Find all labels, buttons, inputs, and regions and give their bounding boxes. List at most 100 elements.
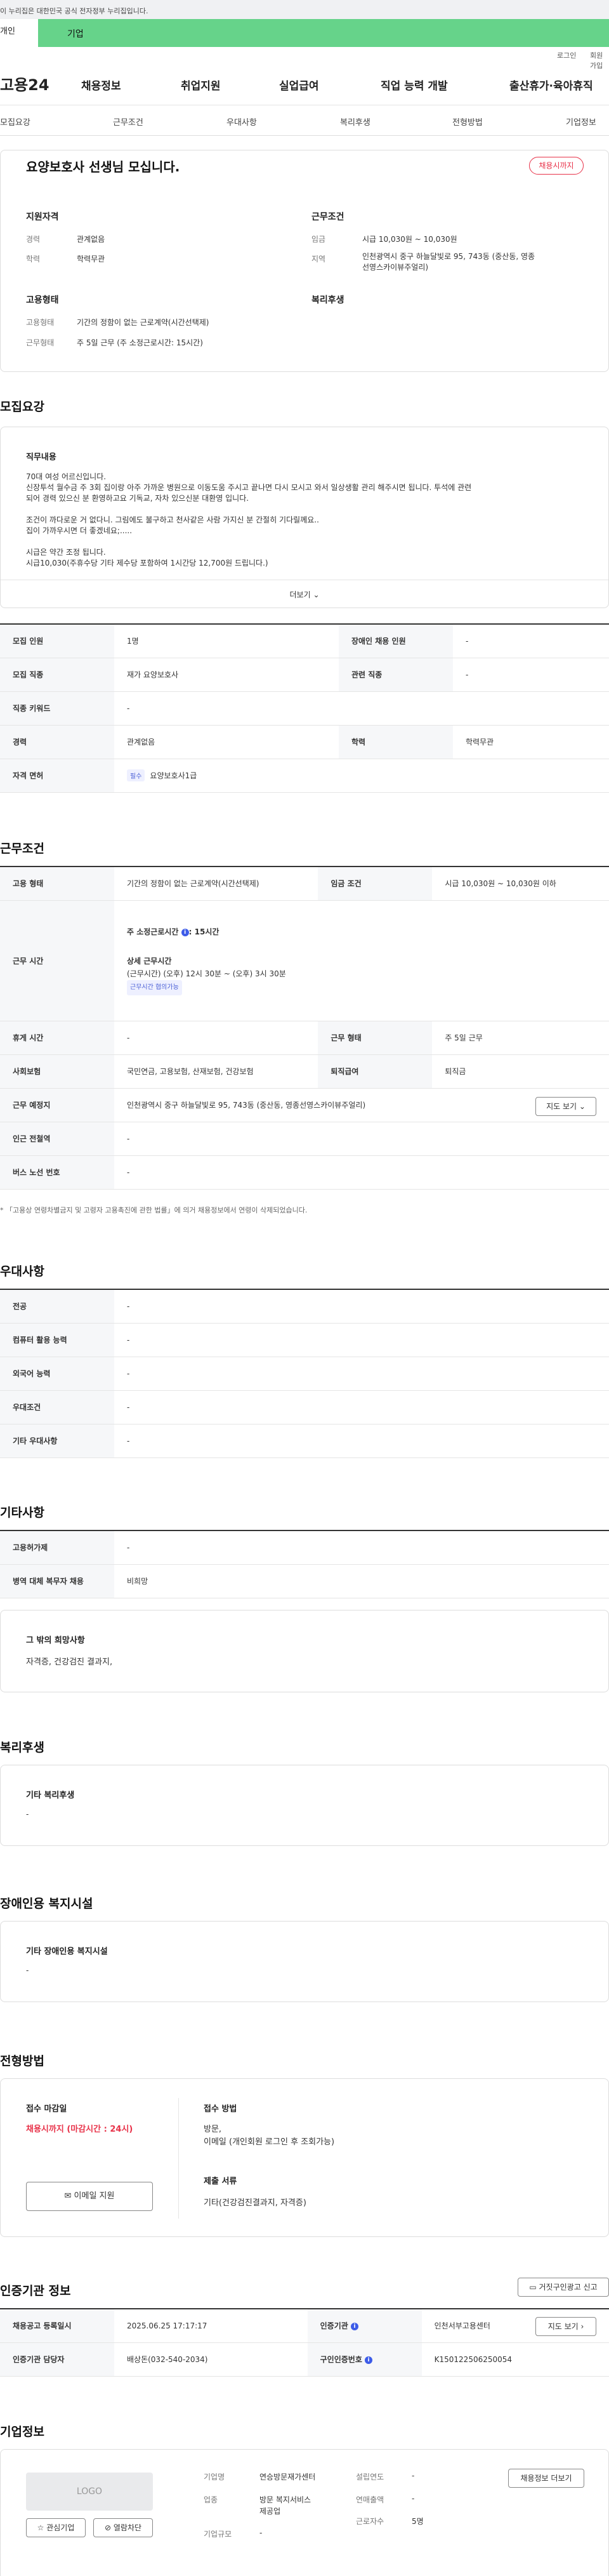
block-icon: ⊘ (104, 2523, 112, 2532)
table-row: 고용허가제 - (0, 1530, 609, 1565)
gov-banner: 이 누리집은 대한민국 공식 전자정부 누리집입니다. (0, 0, 609, 19)
star-icon: ☆ (37, 2523, 44, 2532)
emptype-value: 기간의 정함이 없는 근로계약(시간선택제) (77, 318, 209, 327)
company-logo: LOGO (26, 2473, 153, 2511)
etc-heading: 기타사항 (0, 1506, 44, 1520)
company-name: 연승방문재가센터 (259, 2473, 316, 2481)
section-tab-recruit[interactable]: 모집요강 (0, 116, 30, 128)
tab-business[interactable]: 기업 (38, 19, 609, 47)
table-row: 자격 면허 필수 요양보호사1급 (0, 759, 609, 793)
table-row: 외국어 능력 - (0, 1357, 609, 1391)
table-row: 모집 직종 재가 요양보호사 관련 직종 - (0, 658, 609, 692)
company-heading: 기업정보 (0, 2425, 44, 2439)
table-row: 모집 인원 1명 장애인 채용 인원 - (0, 624, 609, 658)
disab-heading: 장애인용 복지시설 (0, 1897, 93, 1911)
table-row: 직종 키워드 - (0, 691, 609, 726)
process-heading: 전형방법 (0, 2054, 44, 2068)
emp-heading: 고용형태 (26, 295, 59, 305)
table-row: 컴퓨터 활용 능력 - (0, 1323, 609, 1357)
section-tab-company[interactable]: 기업정보 (566, 116, 596, 128)
job-title: 요양보호사 선생님 모십니다. (26, 159, 180, 175)
table-row: 고용 형태 기간의 정함이 없는 근로계약(시간선택제) 임금 조건 시급 10,03… (0, 866, 609, 901)
table-row: 기타 우대사항 - (0, 1424, 609, 1458)
area-value-1: 인천광역시 중구 하늘달빛로 95, 743동 (중산동, 영종 (362, 252, 535, 261)
gnb-leave[interactable]: 출산휴가·육아휴직 (509, 77, 593, 93)
chevron-down-icon: ⌄ (313, 590, 320, 599)
age-note: * 「고용상 연령차별금지 및 고령자 고용촉진에 관한 법률」에 의거 채용정… (0, 1206, 308, 1214)
info-icon[interactable]: i (365, 2356, 373, 2364)
deadline-value: 채용시까지 (마감시간 : 24시) (26, 2125, 133, 2134)
global-nav: 고용24 채용정보 취업지원 실업급여 직업 능력 개발 출산휴가·육아휴직 (0, 60, 609, 105)
map-button[interactable]: 지도 보기 ⌄ (535, 1096, 596, 1116)
email-apply-button[interactable]: ✉ 이메일 지원 (26, 2182, 153, 2211)
table-row: 우대조건 - (0, 1390, 609, 1424)
summary-card: 요양보호사 선생님 모십니다. 채용시까지 지원자격 근무조건 경력 관계없음 … (0, 150, 609, 372)
duty-title: 직무내용 (26, 453, 56, 462)
table-row: 사회보험 국민연금, 고용보험, 산재보험, 건강보험 퇴직급여 퇴직금 (0, 1054, 609, 1089)
section-tab-welfare[interactable]: 복리후생 (340, 116, 370, 128)
section-nav: 모집요강 근무조건 우대사항 복리후생 전형방법 기업정보 (0, 105, 609, 136)
site-logo[interactable]: 고용24 (0, 72, 49, 95)
pref-heading: 우대사항 (0, 1265, 44, 1278)
company-card: LOGO ☆ 관심기업 ⊘ 열람차단 기업명 연승방문재가센터 업종 방문 복지… (0, 2449, 609, 2576)
emptype-label: 고용형태 (26, 318, 55, 327)
etc-table: 고용허가제 - 병역 대체 복무자 채용 비희망 (0, 1530, 609, 1598)
report-button[interactable]: ▭ 거짓구인광고 신고 (518, 2278, 609, 2297)
gnb-training[interactable]: 직업 능력 개발 (381, 77, 448, 93)
table-row: 전공 - (0, 1289, 609, 1324)
chevron-down-icon: ⌄ (579, 1101, 586, 1111)
mail-icon: ✉ (64, 2191, 72, 2201)
required-badge: 필수 (127, 769, 145, 781)
fav-company-button[interactable]: ☆ 관심기업 (26, 2518, 86, 2537)
area-label: 지역 (311, 255, 326, 263)
qual-heading: 지원자격 (26, 212, 59, 222)
area-value-2: 선영스카이뷰주얼리) (362, 263, 429, 272)
worktype-label: 근무형태 (26, 338, 55, 347)
block-button[interactable]: ⊘ 열람차단 (93, 2518, 153, 2537)
recruit-heading: 모집요강 (0, 400, 44, 414)
status-badge: 채용시까지 (529, 157, 584, 175)
gnb-jobs[interactable]: 채용정보 (81, 77, 121, 93)
welfare-card: 기타 복리후생 - (0, 1765, 609, 1846)
gnb-unemployment[interactable]: 실업급여 (279, 77, 319, 93)
cert-map-button[interactable]: 지도 보기 › (535, 2317, 596, 2336)
wage-value: 시급 10,030원 ~ 10,030원 (362, 235, 457, 244)
more-button[interactable]: 더보기 ⌄ (1, 580, 608, 608)
section-tab-work[interactable]: 근무조건 (113, 116, 143, 128)
edu-value: 학력무관 (77, 255, 105, 263)
duty-text: 70대 여성 어르신입니다. 신장투석 월수금 주 3회 집이랑 아주 가까운 병… (26, 472, 472, 568)
more-jobs-button[interactable]: 채용정보 더보기 (508, 2469, 584, 2488)
table-row: 병역 대체 복무자 채용 비희망 (0, 1564, 609, 1598)
pref-table: 전공 - 컴퓨터 활용 능력 - 외국어 능력 - 우대조건 - 기타 우대사항 - (0, 1289, 609, 1458)
table-row: 인근 전철역 - (0, 1122, 609, 1156)
disab-card: 기타 장애인용 복지시설 - (0, 1921, 609, 2002)
table-row: 채용공고 등록일시 2025.06.25 17:17:17 인증기관 i 인천서부고용… (0, 2309, 609, 2343)
work-table: 고용 형태 기간의 정함이 없는 근로계약(시간선택제) 임금 조건 시급 10,03… (0, 866, 609, 1190)
gnb-employment-support[interactable]: 취업지원 (181, 77, 221, 93)
cert-heading: 인증기관 정보 (0, 2284, 71, 2298)
welfare-heading: 복리후생 (311, 295, 344, 305)
info-icon[interactable]: i (181, 928, 189, 936)
welfare-section-heading: 복리후생 (0, 1741, 44, 1755)
negotiable-badge: 근무시간 협의가능 (127, 980, 182, 995)
cert-table: 채용공고 등록일시 2025.06.25 17:17:17 인증기관 i 인천서부고용… (0, 2308, 609, 2377)
section-tab-process[interactable]: 전형방법 (452, 116, 483, 128)
process-card: 접수 마감일 채용시까지 (마감시간 : 24시) ✉ 이메일 지원 접수 방법… (0, 2078, 609, 2237)
document-icon: ▭ (529, 2283, 537, 2292)
table-row: 휴게 시간 - 근무 형태 주 5일 근무 (0, 1021, 609, 1055)
edu-label: 학력 (26, 255, 41, 263)
table-row: 버스 노선 번호 - (0, 1155, 609, 1190)
duty-card: 직무내용 70대 여성 어르신입니다. 신장투석 월수금 주 3회 집이랑 아주 … (0, 427, 609, 608)
career-label: 경력 (26, 235, 41, 244)
section-tab-pref[interactable]: 우대사항 (226, 116, 257, 128)
tab-personal[interactable]: 개인 (0, 24, 15, 36)
recruit-table: 모집 인원 1명 장애인 채용 인원 - 모집 직종 재가 요양보호사 관련 직종 - 직종… (0, 623, 609, 793)
table-row: 근무 시간 주 소정근로시간 i: 15시간 상세 근무시간 (근무시간) (오… (0, 900, 609, 1021)
info-icon[interactable]: i (351, 2322, 358, 2330)
table-row: 인증기관 담당자 배상돈(032-540-2034) 구인인증번호 i K150122… (0, 2342, 609, 2377)
divider (178, 2098, 179, 2219)
user-type-tabs: 개인 기업 (0, 19, 609, 47)
chevron-right-icon: › (580, 2322, 584, 2331)
table-row: 경력 관계없음 학력 학력무관 (0, 725, 609, 759)
login-link[interactable]: 로그인 (557, 50, 576, 60)
